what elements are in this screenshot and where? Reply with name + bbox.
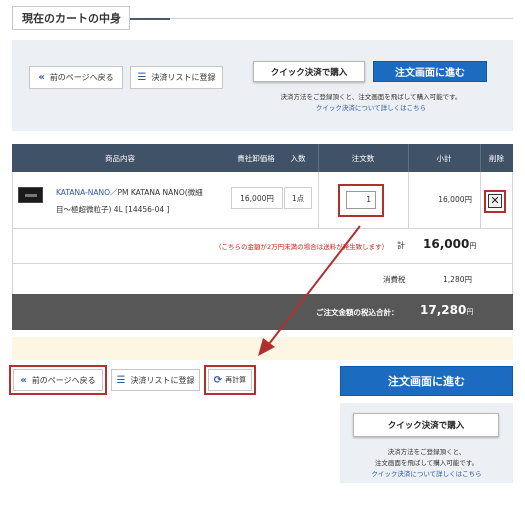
red-arrow-annotation	[258, 225, 361, 356]
arrow-shaft	[268, 225, 361, 345]
